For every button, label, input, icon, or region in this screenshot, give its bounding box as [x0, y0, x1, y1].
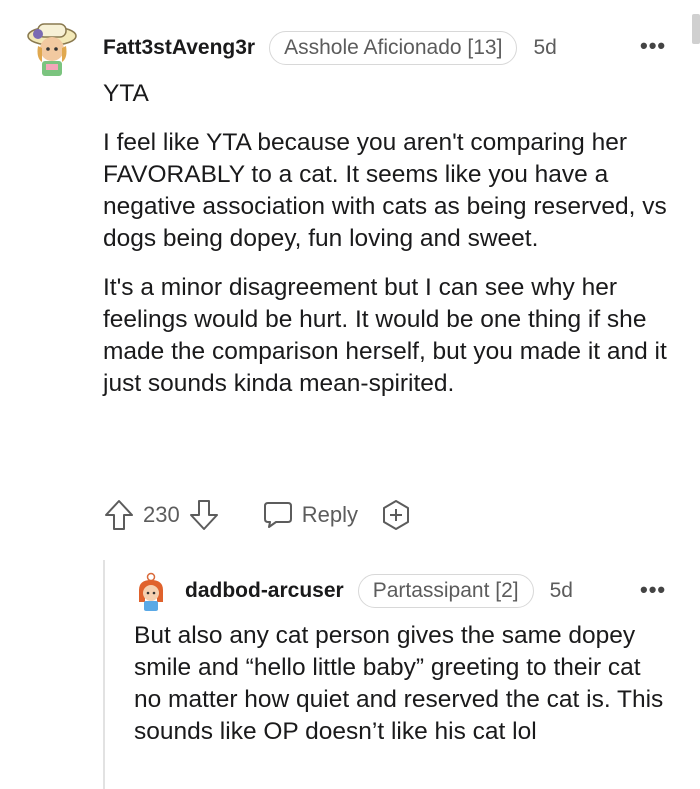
- more-horizontal-icon[interactable]: •••: [640, 577, 666, 603]
- user-avatar[interactable]: [24, 18, 80, 78]
- comment-paragraph: It's a minor disagreement but I can see …: [103, 274, 667, 397]
- scrollbar[interactable]: [692, 14, 700, 44]
- reply-body: But also any cat person gives the same d…: [134, 620, 664, 765]
- thread-line[interactable]: [103, 560, 105, 789]
- downvote-arrow-icon[interactable]: [188, 498, 220, 532]
- reply-paragraph: But also any cat person gives the same d…: [134, 622, 664, 745]
- comment-body: YTA I feel like YTA because you aren't c…: [103, 78, 678, 417]
- comment-timestamp: 5d: [533, 36, 557, 59]
- comment-header: Fatt3stAveng3r Asshole Aficionado [13] 5…: [103, 31, 557, 65]
- reply-button[interactable]: Reply: [262, 500, 358, 530]
- award-plus-icon[interactable]: [380, 499, 412, 531]
- vote-score: 230: [143, 502, 180, 527]
- reply-header: dadbod-arcuser Partassipant [2] 5d: [185, 574, 573, 608]
- reply-user-avatar[interactable]: [133, 572, 169, 612]
- speech-bubble-icon: [263, 502, 292, 528]
- comment-username[interactable]: Fatt3stAveng3r: [103, 36, 255, 60]
- reply-username[interactable]: dadbod-arcuser: [185, 579, 344, 603]
- avatar-image: [139, 572, 163, 611]
- reply-timestamp: 5d: [549, 579, 573, 602]
- reply-label: Reply: [301, 502, 358, 527]
- comment-actions: 230 Reply: [103, 498, 412, 532]
- avatar-image: [27, 23, 77, 76]
- user-flair: Asshole Aficionado [13]: [269, 31, 518, 65]
- more-horizontal-icon[interactable]: •••: [640, 33, 666, 59]
- upvote-arrow-icon[interactable]: [103, 498, 135, 532]
- reply-user-flair: Partassipant [2]: [357, 574, 534, 608]
- comment-paragraph: YTA: [103, 80, 149, 107]
- comment-paragraph: I feel like YTA because you aren't compa…: [103, 129, 667, 252]
